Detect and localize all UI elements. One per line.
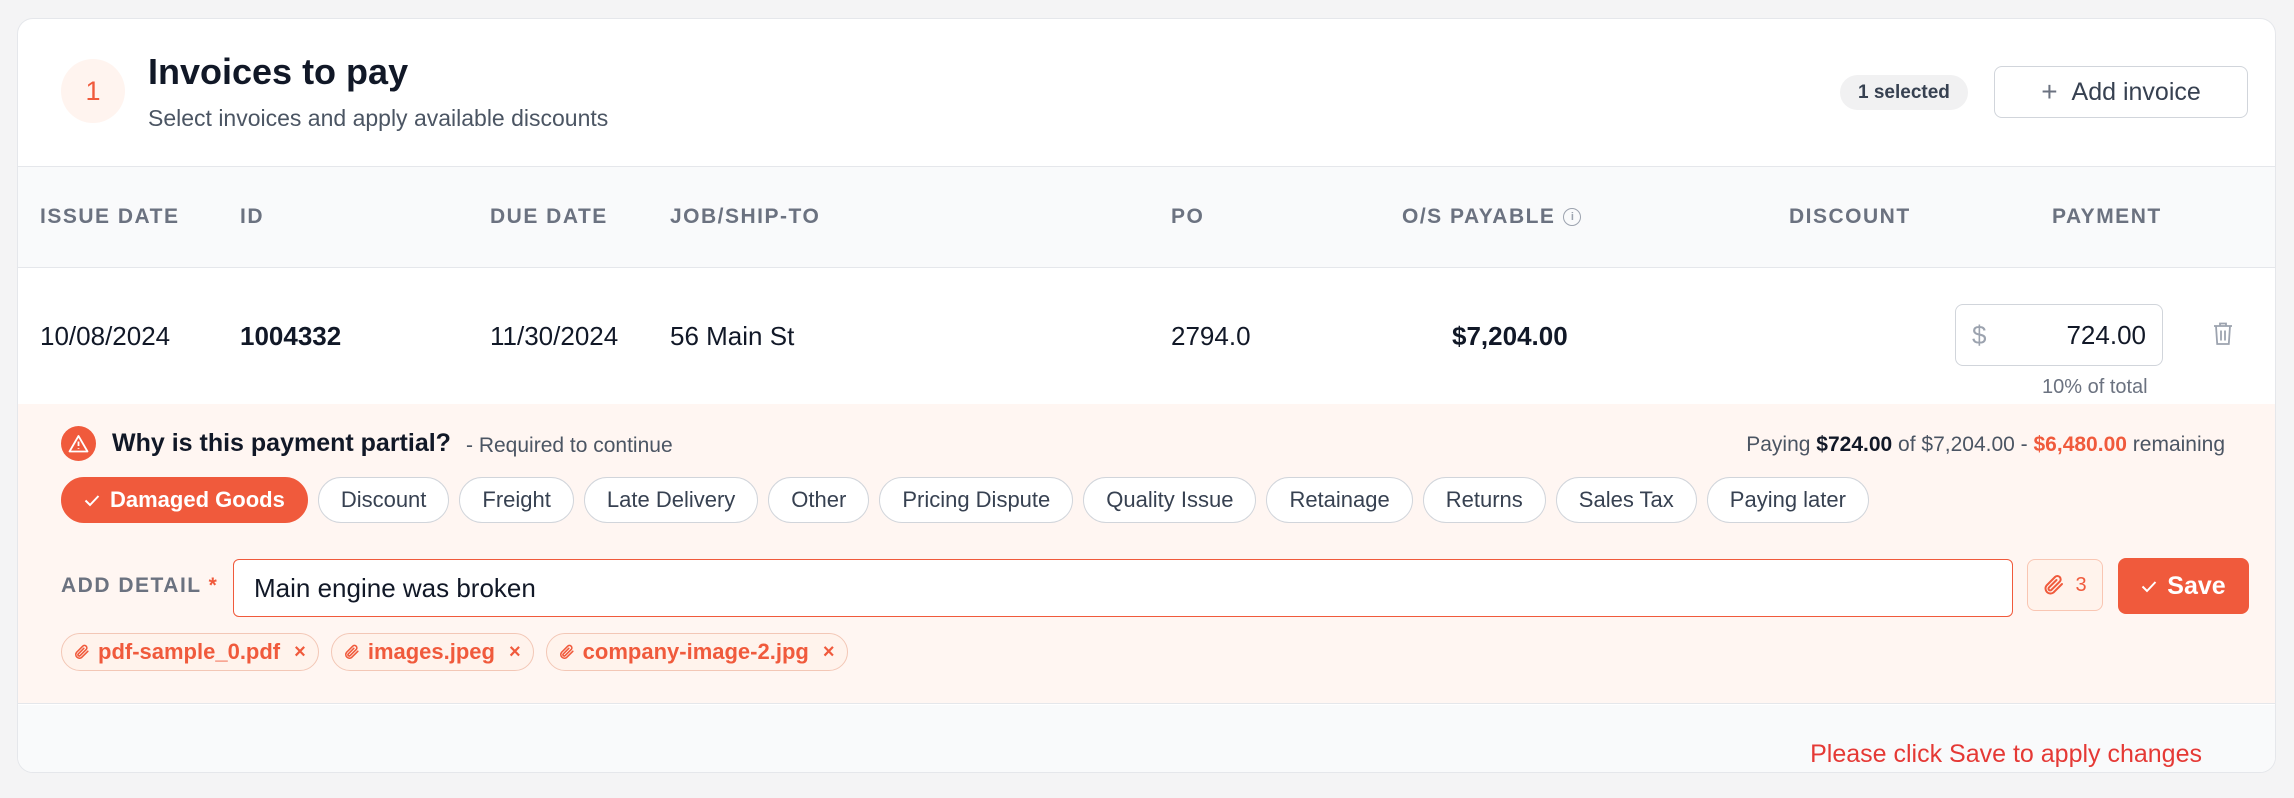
card-footer: Please click Save to apply changes: [18, 705, 2275, 772]
cell-invoice-id: 1004332: [240, 321, 342, 351]
check-icon: [2142, 580, 2157, 592]
reason-chip-discount[interactable]: Discount: [317, 477, 450, 523]
info-icon[interactable]: i: [1563, 208, 1582, 226]
column-header-due-date[interactable]: DUE DATE: [490, 205, 608, 229]
reason-chip-quality-issue[interactable]: Quality Issue: [1083, 477, 1257, 523]
payment-amount-value: 724.00: [2066, 319, 2146, 350]
step-number-badge: 1: [61, 59, 125, 123]
paperclip-icon: [75, 644, 89, 659]
column-header-discount[interactable]: DISCOUNT: [1789, 205, 1911, 229]
remove-attachment-icon[interactable]: ×: [509, 641, 521, 664]
invoices-card: 1 Invoices to pay Select invoices and ap…: [17, 18, 2276, 773]
currency-symbol: $: [1972, 319, 1987, 350]
plus-icon: +: [2041, 76, 2058, 107]
reason-chip-group: Damaged Goods Discount Freight Late Deli…: [61, 477, 1869, 523]
partial-payment-panel: Why is this payment partial? - Required …: [18, 404, 2275, 704]
reason-chip-late-delivery[interactable]: Late Delivery: [583, 477, 759, 523]
add-invoice-label: Add invoice: [2071, 77, 2201, 106]
column-header-issue-date[interactable]: ISSUE DATE: [40, 205, 179, 229]
column-header-payment[interactable]: PAYMENT: [2052, 205, 2162, 229]
column-header-job-ship-to[interactable]: JOB/SHIP-TO: [670, 205, 820, 229]
reason-chip-other[interactable]: Other: [768, 477, 870, 523]
attachment-chip[interactable]: images.jpeg ×: [330, 633, 534, 671]
attachment-list: pdf-sample_0.pdf × images.jpeg × company…: [61, 633, 848, 671]
column-header-po[interactable]: PO: [1171, 205, 1204, 229]
add-detail-label: ADD DETAIL *: [61, 574, 219, 597]
selected-count-badge: 1 selected: [1840, 75, 1968, 110]
payment-percent-of-total: 10% of total: [2042, 376, 2148, 398]
attachment-filename: images.jpeg: [367, 639, 495, 664]
detail-text-input[interactable]: Main engine was broken: [233, 559, 2013, 617]
table-header: ISSUE DATE ID DUE DATE JOB/SHIP-TO PO O/…: [18, 166, 2275, 268]
cell-issue-date: 10/08/2024: [40, 321, 171, 351]
cell-job-ship-to: 56 Main St: [670, 321, 795, 351]
cell-due-date: 11/30/2024: [490, 321, 619, 351]
reason-chip-freight[interactable]: Freight: [459, 477, 574, 523]
warning-icon: [61, 426, 96, 461]
cell-po: 2794.0: [1171, 321, 1251, 351]
paperclip-icon: [344, 644, 359, 659]
reason-chip-returns[interactable]: Returns: [1422, 477, 1546, 523]
required-note: - Required to continue: [466, 434, 673, 457]
partial-reason-question: Why is this payment partial?: [112, 429, 451, 457]
check-icon: [84, 494, 100, 506]
remove-attachment-icon[interactable]: ×: [823, 641, 835, 664]
add-invoice-button[interactable]: + Add invoice: [1994, 66, 2248, 118]
reason-chip-pricing-dispute[interactable]: Pricing Dispute: [879, 477, 1074, 523]
reason-chip-paying-later[interactable]: Paying later: [1706, 477, 1869, 523]
save-button[interactable]: Save: [2118, 558, 2249, 614]
column-header-os-payable[interactable]: O/S PAYABLE i: [1402, 205, 1582, 229]
column-header-id[interactable]: ID: [240, 205, 264, 229]
remove-attachment-icon[interactable]: ×: [294, 641, 306, 664]
trash-icon[interactable]: [2212, 321, 2234, 347]
cell-os-payable: $7,204.00: [1452, 321, 1568, 351]
attachment-filename: pdf-sample_0.pdf: [98, 639, 281, 664]
reason-chip-retainage[interactable]: Retainage: [1266, 477, 1413, 523]
attachment-count: 3: [2075, 573, 2087, 596]
attachment-chip[interactable]: company-image-2.jpg ×: [545, 633, 848, 671]
page-title: Invoices to pay: [148, 51, 409, 92]
page-subtitle: Select invoices and apply available disc…: [148, 105, 609, 131]
save-reminder-message: Please click Save to apply changes: [1810, 740, 2202, 768]
payment-summary: Paying $724.00 of $7,204.00 - $6,480.00 …: [1746, 433, 2225, 456]
paperclip-icon: [559, 644, 574, 659]
attachment-chip[interactable]: pdf-sample_0.pdf ×: [61, 633, 319, 671]
attachment-filename: company-image-2.jpg: [582, 639, 809, 664]
reason-chip-damaged-goods[interactable]: Damaged Goods: [61, 477, 308, 523]
paperclip-icon: [2044, 575, 2064, 595]
payment-amount-input[interactable]: $ 724.00: [1955, 304, 2163, 366]
attach-files-button[interactable]: 3: [2027, 559, 2103, 611]
reason-chip-sales-tax[interactable]: Sales Tax: [1555, 477, 1697, 523]
